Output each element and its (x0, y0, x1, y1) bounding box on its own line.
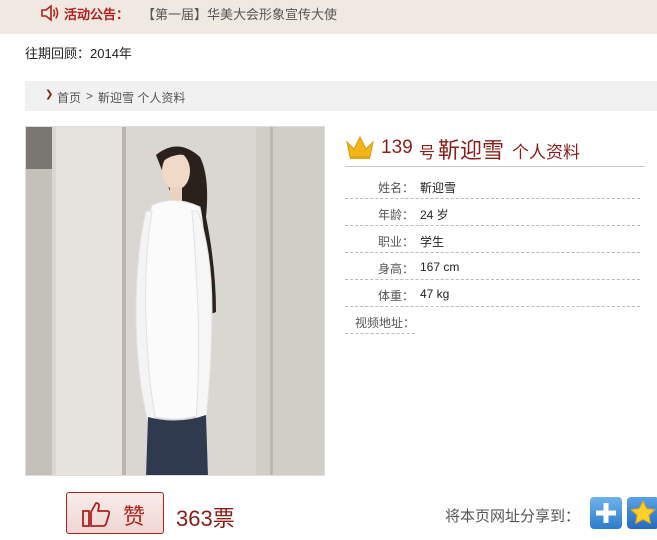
contestant-photo (25, 126, 325, 476)
like-button[interactable]: 赞 (66, 492, 164, 534)
profile-title: 139 号 靳迎雪 个人资料 (345, 131, 645, 167)
contestant-name: 靳迎雪 (438, 138, 505, 163)
vote-count: 363票 (176, 506, 235, 531)
breadcrumb-home-link[interactable]: 首页 (57, 89, 81, 106)
info-value: 167 cm (420, 260, 460, 274)
speaker-icon (41, 4, 59, 22)
info-row-weight: 体重： 47 kg (345, 280, 640, 307)
contestant-number: 139 (381, 137, 413, 158)
info-value: 靳迎雪 (420, 181, 457, 195)
contestant-number-unit: 号 (419, 145, 436, 162)
breadcrumb-current: 靳迎雪 个人资料 (98, 91, 186, 105)
info-row-name: 姓名： 靳迎雪 (345, 172, 640, 199)
thumbs-up-icon (82, 502, 111, 527)
chevron-right-icon: ❯ (45, 89, 54, 100)
info-row-video: 视频地址： (345, 307, 415, 334)
notice-bar: 活动公告： 【第一届】华美大会形象宣传大使 (0, 0, 657, 34)
share-label: 将本页网址分享到： (445, 508, 581, 525)
share-qzone-button[interactable] (627, 497, 657, 529)
profile-title-suffix: 个人资料 (512, 143, 580, 162)
info-label: 职业： (377, 235, 414, 249)
info-value: 47 kg (420, 287, 450, 301)
notice-label: 活动公告： (64, 7, 130, 22)
star-icon (630, 499, 656, 525)
info-row-height: 身高： 167 cm (345, 253, 640, 280)
info-label: 年龄： (377, 208, 414, 222)
breadcrumb-separator: > (86, 89, 94, 103)
breadcrumb: ❯ 首页 > 靳迎雪 个人资料 (25, 81, 657, 111)
info-label: 身高： (377, 262, 414, 276)
info-row-occupation: 职业： 学生 (345, 226, 640, 253)
info-row-age: 年龄： 24 岁 (345, 199, 640, 226)
plus-icon (596, 503, 616, 523)
archive-link[interactable]: 往期回顾：2014年 (25, 43, 132, 62)
notice-link[interactable]: 【第一届】华美大会形象宣传大使 (142, 4, 337, 23)
info-value: 24 岁 (420, 208, 449, 222)
share-more-button[interactable] (590, 497, 622, 529)
info-label: 视频地址： (355, 316, 416, 330)
info-label: 体重： (377, 289, 414, 303)
info-value: 学生 (420, 235, 445, 249)
crown-icon (346, 135, 374, 159)
info-label: 姓名： (377, 181, 414, 195)
like-label: 赞 (123, 504, 146, 529)
